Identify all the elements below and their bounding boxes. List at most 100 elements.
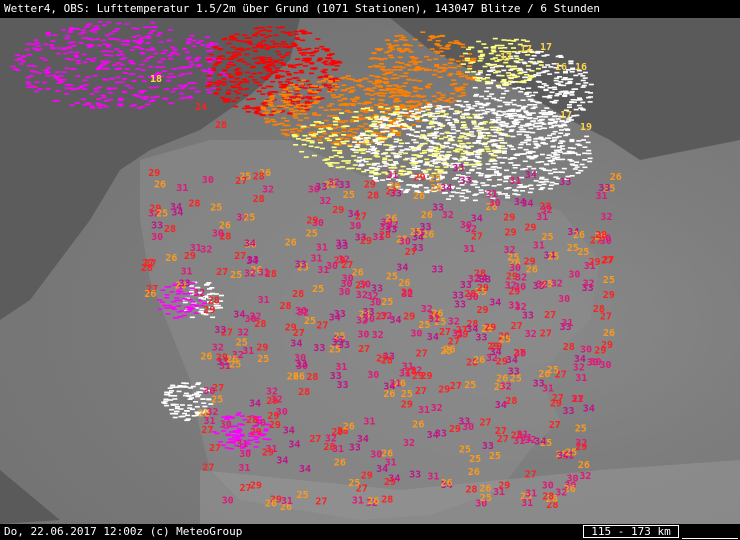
lightning-strike-mark — [94, 90, 99, 93]
lightning-strike-mark — [157, 32, 163, 34]
lightning-strike-mark — [467, 65, 473, 67]
lightning-strike-mark — [304, 117, 310, 119]
lightning-strike-mark — [366, 143, 372, 146]
lightning-strike-mark — [232, 54, 238, 56]
lightning-strike-mark — [320, 80, 326, 82]
lightning-strike-mark — [229, 441, 235, 444]
lightning-strike-mark — [535, 145, 541, 147]
station-temperature-label: 27 — [209, 443, 221, 454]
station-temperature-label: 32 — [579, 471, 591, 482]
lightning-strike-mark — [474, 125, 480, 128]
lightning-strike-mark — [64, 93, 70, 95]
lightning-strike-mark — [106, 21, 112, 24]
lightning-strike-mark — [397, 56, 403, 59]
lightning-strike-mark — [395, 132, 401, 134]
station-temperature-label: 31 — [316, 242, 328, 253]
lightning-strike-mark — [309, 62, 315, 64]
lightning-strike-mark — [252, 79, 257, 81]
lightning-strike-mark — [301, 79, 306, 81]
lightning-strike-mark — [211, 69, 217, 71]
station-temperature-label: 17 — [540, 42, 552, 53]
lightning-strike-mark — [341, 160, 347, 162]
station-temperature-label: 26 — [293, 371, 305, 382]
lightning-strike-mark — [191, 393, 197, 396]
lightning-strike-mark — [68, 51, 74, 53]
lightning-strike-mark — [471, 123, 477, 125]
station-temperature-label: 34 — [471, 213, 483, 224]
station-temperature-label: 29 — [360, 236, 372, 247]
lightning-strike-mark — [362, 148, 368, 150]
lightning-strike-mark — [402, 108, 408, 111]
lightning-strike-mark — [172, 48, 178, 51]
station-temperature-label: 27 — [341, 260, 353, 271]
lightning-strike-mark — [492, 143, 498, 145]
lightning-strike-mark — [412, 90, 418, 93]
lightning-strike-mark — [270, 45, 276, 48]
lightning-strike-mark — [154, 95, 160, 98]
lightning-strike-mark — [69, 58, 75, 61]
lightning-strike-mark — [237, 423, 243, 425]
lightning-strike-mark — [383, 144, 389, 146]
lightning-strike-mark — [90, 60, 96, 62]
lightning-strike-mark — [387, 85, 393, 87]
lightning-strike-mark — [479, 191, 484, 194]
lightning-strike-mark — [280, 56, 286, 58]
lightning-strike-mark — [526, 165, 532, 168]
station-temperature-label: 27 — [544, 310, 556, 321]
lightning-strike-mark — [512, 76, 518, 79]
station-temperature-label: 25 — [386, 272, 398, 283]
lightning-strike-mark — [37, 72, 43, 74]
lightning-strike-mark — [338, 156, 344, 158]
lightning-strike-mark — [508, 130, 514, 133]
station-temperature-label: 26 — [265, 498, 277, 509]
station-temperature-label: 27 — [540, 329, 552, 340]
lightning-strike-mark — [427, 133, 433, 135]
lightning-strike-mark — [543, 143, 548, 145]
lightning-strike-mark — [496, 156, 502, 159]
lightning-strike-mark — [259, 34, 265, 36]
lightning-strike-mark — [45, 87, 51, 90]
lightning-strike-mark — [313, 85, 318, 87]
lightning-strike-mark — [97, 86, 103, 89]
lightning-strike-mark — [320, 70, 326, 73]
station-temperature-label: 26 — [343, 421, 355, 432]
lightning-strike-mark — [559, 129, 564, 131]
lightning-strike-mark — [492, 120, 498, 122]
lightning-strike-mark — [586, 152, 592, 155]
lightning-strike-mark — [388, 96, 394, 98]
lightning-strike-mark — [213, 92, 219, 94]
lightning-strike-mark — [292, 86, 298, 88]
lightning-strike-mark — [267, 26, 273, 28]
lightning-strike-mark — [262, 438, 268, 440]
lightning-strike-mark — [434, 150, 440, 153]
lightning-strike-mark — [390, 90, 396, 93]
lightning-strike-mark — [561, 167, 567, 170]
lightning-strike-mark — [255, 112, 261, 115]
lightning-strike-mark — [290, 83, 295, 86]
lightning-strike-mark — [324, 48, 330, 51]
lightning-strike-mark — [282, 95, 288, 97]
lightning-strike-mark — [298, 119, 303, 121]
lightning-strike-mark — [230, 416, 235, 419]
lightning-strike-mark — [283, 43, 289, 46]
lightning-strike-mark — [302, 107, 308, 109]
lightning-strike-mark — [512, 164, 518, 166]
lightning-strike-mark — [68, 29, 74, 31]
lightning-strike-mark — [139, 48, 145, 50]
lightning-strike-mark — [34, 90, 40, 93]
lightning-strike-mark — [240, 49, 246, 51]
lightning-strike-mark — [184, 51, 190, 53]
lightning-strike-mark — [157, 299, 163, 301]
lightning-strike-mark — [523, 148, 529, 151]
lightning-strike-mark — [580, 79, 586, 82]
station-temperature-label: 28 — [464, 289, 476, 300]
station-temperature-label: 30 — [349, 221, 361, 232]
lightning-strike-mark — [402, 91, 408, 93]
lightning-strike-mark — [153, 86, 159, 88]
lightning-strike-mark — [320, 147, 325, 150]
lightning-strike-mark — [477, 123, 483, 125]
lightning-strike-mark — [318, 76, 324, 78]
lightning-strike-mark — [475, 79, 480, 81]
lightning-strike-mark — [264, 109, 270, 112]
lightning-strike-mark — [245, 111, 251, 113]
